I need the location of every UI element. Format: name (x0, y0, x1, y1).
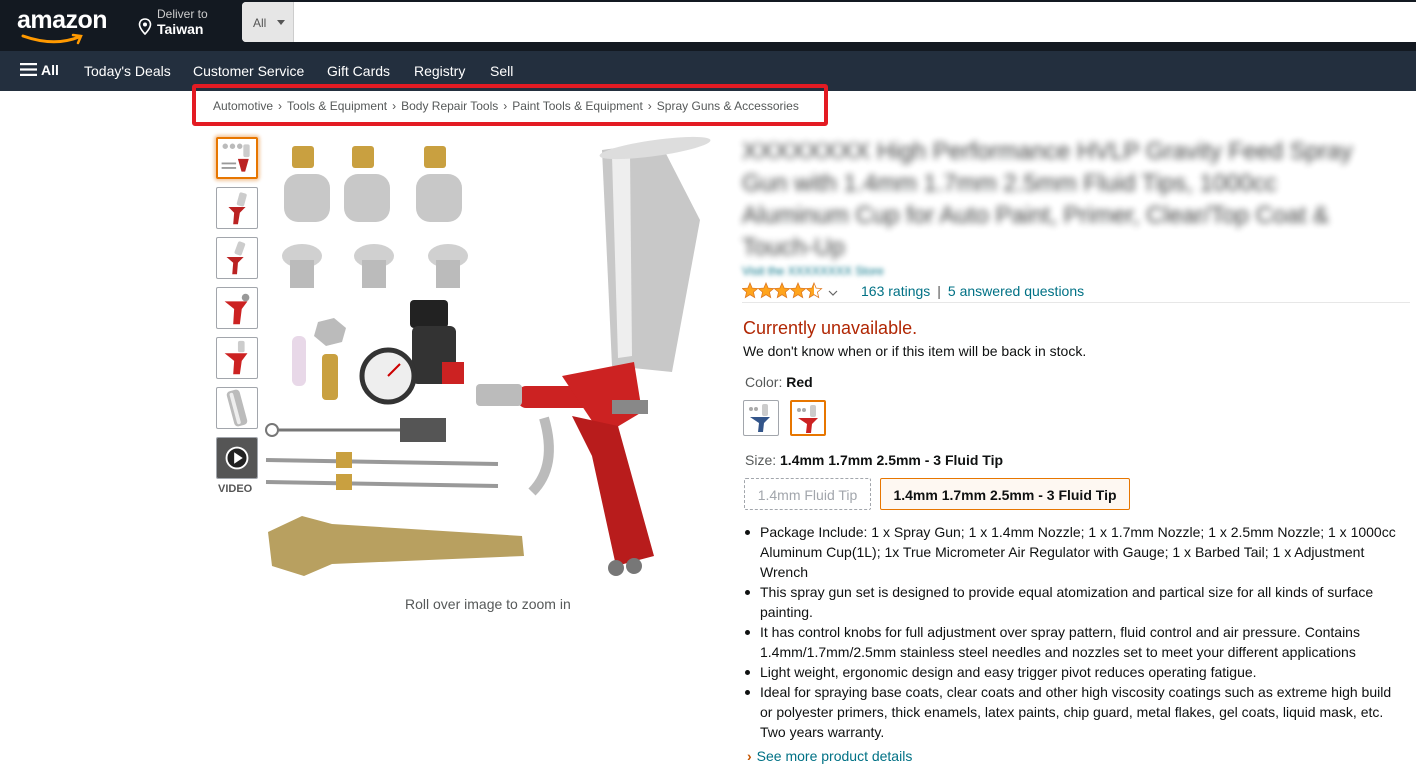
thumbnail-6[interactable] (216, 387, 258, 429)
zoom-hint: Roll over image to zoom in (405, 596, 571, 612)
location-pin-icon (138, 18, 152, 35)
aluminum-cup-thumbnail-icon (226, 389, 248, 427)
red-spray-gun-thumbnail-icon (797, 405, 818, 433)
thumbnail-3[interactable] (216, 237, 258, 279)
logo-wordmark: amazon (17, 6, 108, 34)
color-value: Red (786, 374, 813, 390)
availability-status: Currently unavailable. (743, 318, 918, 338)
nav-gift-cards[interactable]: Gift Cards (327, 63, 390, 79)
nav-registry[interactable]: Registry (414, 63, 465, 79)
breadcrumb-link[interactable]: Paint Tools & Equipment (512, 99, 643, 113)
deliver-to-label: Deliver to (157, 7, 208, 21)
kit-thumbnail-icon (221, 143, 250, 172)
breadcrumb-link[interactable]: Automotive (213, 99, 273, 113)
star-icon (757, 282, 775, 299)
smile-arrow-icon (21, 33, 83, 45)
see-more-label: See more product details (756, 748, 913, 764)
red-spray-gun-thumbnail-icon (224, 340, 248, 375)
star-icon (789, 282, 807, 299)
nav-todays-deals[interactable]: Today's Deals (84, 63, 171, 79)
nozzle-icon (282, 244, 468, 288)
caret-down-icon (277, 20, 285, 25)
size-label: Size: (745, 452, 777, 468)
see-more-details-link[interactable]: › See more product details (747, 748, 912, 764)
breadcrumb-link[interactable]: Body Repair Tools (401, 99, 498, 113)
color-swatch-blue[interactable] (743, 400, 779, 436)
color-label-row: Color: Red (745, 374, 813, 390)
nut-icon (314, 318, 346, 346)
filter-icon (292, 336, 306, 386)
star-icon (742, 282, 759, 299)
spray-gun-icon (476, 136, 711, 576)
product-title: XXXXXXXX High Performance HVLP Gravity F… (742, 138, 1353, 261)
thumbnail-2[interactable] (216, 187, 258, 229)
brand-store-link[interactable]: Visit the XXXXXXXX Store (742, 264, 884, 278)
breadcrumb-separator-icon: › (503, 99, 508, 113)
feature-bullet: Package Include: 1 x Spray Gun; 1 x 1.4m… (743, 522, 1403, 582)
color-swatch-red[interactable] (790, 400, 826, 436)
search-bar: All (242, 2, 1416, 42)
breadcrumb-link[interactable]: Tools & Equipment (287, 99, 387, 113)
deliver-country: Taiwan (157, 21, 204, 37)
feature-bullet: Light weight, ergonomic design and easy … (743, 662, 1403, 682)
ratings-row: 163 ratings | 5 answered questions (861, 283, 1084, 299)
thumbnail-5[interactable] (216, 337, 258, 379)
star-icon (773, 282, 791, 299)
ratings-count-link[interactable]: 163 ratings (861, 283, 930, 299)
size-option-button[interactable]: 1.4mm Fluid Tip (744, 478, 871, 510)
size-label-row: Size: 1.4mm 1.7mm 2.5mm - 3 Fluid Tip (745, 452, 1003, 468)
hamburger-menu-icon (20, 63, 37, 76)
feature-bullet: This spray gun set is designed to provid… (743, 582, 1403, 622)
stock-note: We don't know when or if this item will … (743, 343, 1087, 359)
top-nav-bar: amazon Deliver to Taiwan All (0, 0, 1416, 51)
spray-gun-thumbnail-icon (228, 192, 247, 225)
video-label: VIDEO (218, 483, 253, 495)
blue-spray-gun-thumbnail-icon (749, 404, 770, 432)
star-icon (805, 282, 823, 299)
video-play-icon (217, 438, 257, 478)
thumbnail-4[interactable] (216, 287, 258, 329)
breadcrumb: Automotive › Tools & Equipment › Body Repair… (213, 99, 799, 113)
separator: | (937, 283, 941, 299)
thumbnail-video[interactable] (216, 437, 258, 479)
nav-sell[interactable]: Sell (490, 63, 513, 79)
search-category-dropdown[interactable]: All (242, 2, 294, 42)
size-option-button-selected[interactable]: 1.4mm 1.7mm 2.5mm - 3 Fluid Tip (880, 478, 1130, 510)
spray-gun-thumbnail-icon (226, 241, 246, 275)
chevron-right-icon: › (747, 748, 752, 764)
amazon-logo[interactable]: amazon (17, 6, 117, 45)
cleaning-brush-icon (265, 418, 446, 442)
breadcrumb-separator-icon: › (392, 99, 397, 113)
barbed-tail-icon (322, 354, 338, 400)
feature-bullets: Package Include: 1 x Spray Gun; 1 x 1.4m… (743, 522, 1403, 742)
size-value: 1.4mm 1.7mm 2.5mm - 3 Fluid Tip (780, 452, 1004, 468)
all-menu-label: All (41, 62, 59, 78)
thumbnail-1[interactable] (216, 137, 258, 179)
nav-customer-service[interactable]: Customer Service (193, 63, 304, 79)
cup-lid-icon (284, 146, 462, 222)
red-spray-gun-thumbnail-icon (224, 293, 250, 325)
wrench-icon (268, 516, 524, 576)
divider (742, 302, 1410, 303)
feature-bullet: It has control knobs for full adjustment… (743, 622, 1403, 662)
rating-stars[interactable] (742, 282, 842, 300)
air-regulator-gauge-icon (359, 300, 464, 405)
search-input[interactable] (295, 2, 1416, 42)
chevron-down-icon (828, 290, 838, 296)
needle-icon (265, 452, 499, 490)
product-main-image[interactable] (262, 136, 722, 588)
breadcrumb-separator-icon: › (647, 99, 652, 113)
breadcrumb-highlight-box: Automotive › Tools & Equipment › Body Repair… (192, 84, 828, 126)
breadcrumb-separator-icon: › (278, 99, 283, 113)
breadcrumb-link[interactable]: Spray Guns & Accessories (657, 99, 799, 113)
answered-questions-link[interactable]: 5 answered questions (948, 283, 1084, 299)
all-menu-button[interactable]: All (20, 62, 59, 78)
feature-bullet: Ideal for spraying base coats, clear coa… (743, 682, 1403, 742)
search-category-label: All (253, 16, 267, 30)
color-label: Color: (745, 374, 783, 390)
